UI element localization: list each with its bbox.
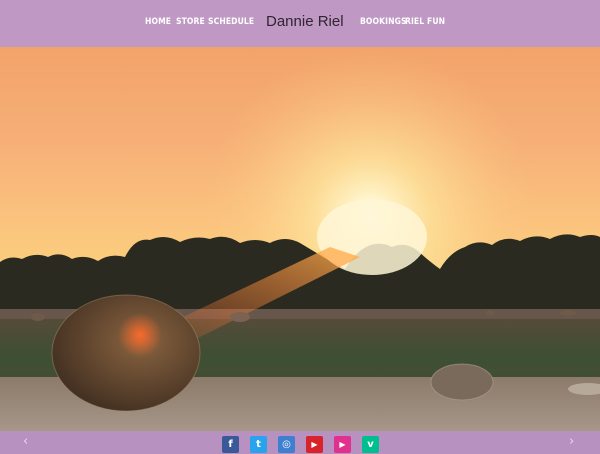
- nav-bookings-link[interactable]: BOOKINGS: [360, 17, 407, 27]
- nav-schedule-link[interactable]: SCHEDULE: [208, 17, 254, 27]
- hero-image: [0, 47, 600, 431]
- vine-icon[interactable]: v: [362, 436, 379, 453]
- site-title[interactable]: Dannie Riel: [266, 13, 344, 30]
- nav-home-link[interactable]: HOME: [145, 17, 171, 27]
- footer-bar: ‹ › f t ◎ ▶ ▶ v: [0, 431, 600, 454]
- youtube-alt-icon[interactable]: ▶: [334, 436, 351, 453]
- twitter-icon[interactable]: t: [250, 436, 267, 453]
- sunset-field-illustration: [0, 47, 600, 431]
- next-arrow-icon[interactable]: ›: [569, 435, 574, 449]
- nav-riel-fun-link[interactable]: RIEL FUN: [405, 17, 445, 27]
- instagram-icon[interactable]: ◎: [278, 436, 295, 453]
- top-navigation-bar: HOME STORE SCHEDULE Dannie Riel BOOKINGS…: [0, 0, 600, 47]
- nav-store-link[interactable]: STORE: [176, 17, 205, 27]
- previous-arrow-icon[interactable]: ‹: [23, 435, 28, 449]
- youtube-icon[interactable]: ▶: [306, 436, 323, 453]
- facebook-icon[interactable]: f: [222, 436, 239, 453]
